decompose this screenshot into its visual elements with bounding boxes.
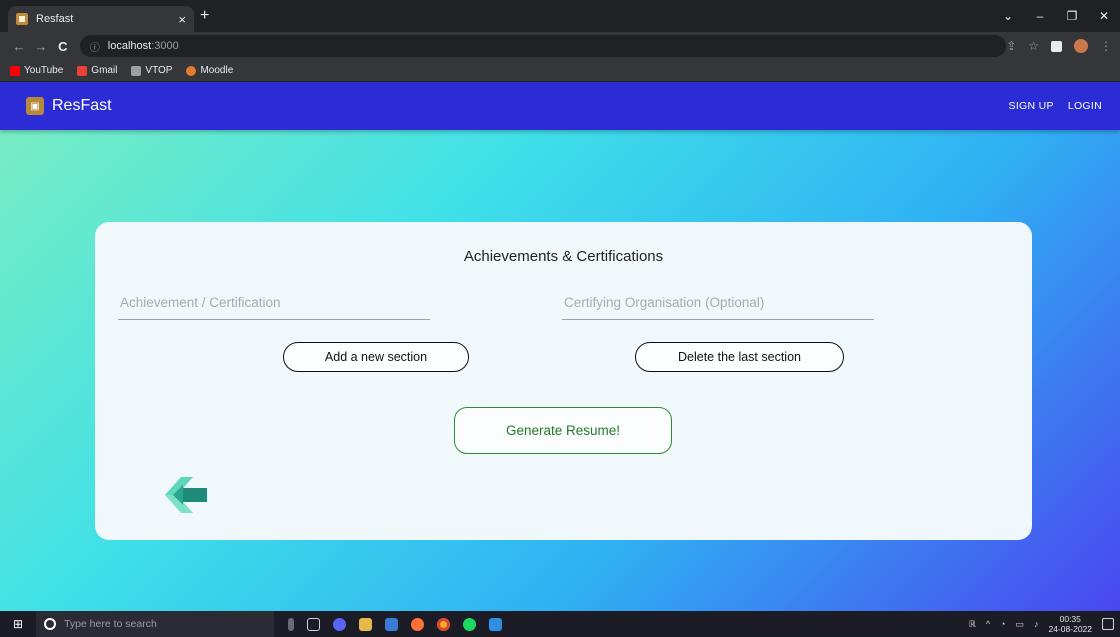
header-nav: SIGN UP LOGIN xyxy=(1009,100,1102,112)
vtop-icon xyxy=(131,65,142,76)
address-bar[interactable]: ⓘ localhost:3000 xyxy=(79,35,1007,57)
profile-avatar[interactable] xyxy=(1074,39,1089,53)
system-tray: ℝ ^ ◔ ▭ ♪ 00:35 24-08-2022 xyxy=(969,614,1120,634)
vscode-icon[interactable] xyxy=(489,617,502,631)
store-icon[interactable] xyxy=(385,617,398,631)
bookmarks-bar: YouTube Gmail VTOP Moodle xyxy=(0,60,1120,82)
bookmark-vtop[interactable]: VTOP xyxy=(131,65,172,76)
generate-resume-button[interactable]: Generate Resume! xyxy=(454,407,672,454)
chrome-icon[interactable] xyxy=(437,617,450,631)
people-icon[interactable]: ℝ xyxy=(969,619,976,630)
youtube-icon xyxy=(10,65,20,76)
resfast-favicon-icon xyxy=(16,13,28,25)
clock-time: 00:35 xyxy=(1059,614,1081,624)
url-host: localhost xyxy=(107,40,152,52)
organisation-input[interactable] xyxy=(562,286,874,320)
windows-taskbar: ⊞ Type here to search ℝ ^ ◔ ▭ ♪ 00:35 24… xyxy=(0,611,1120,637)
bookmark-gmail[interactable]: Gmail xyxy=(77,65,117,76)
back-arrow-icon[interactable] xyxy=(163,473,209,517)
delete-section-button[interactable]: Delete the last section xyxy=(635,342,844,372)
taskbar-search-placeholder: Type here to search xyxy=(64,618,157,630)
extension-icon[interactable] xyxy=(1051,40,1063,52)
app-header: ▣ ResFast SIGN UP LOGIN xyxy=(0,82,1120,130)
browser-tabstrip: Resfast × + ⌄ – ❐ ✕ xyxy=(0,0,1120,32)
volume-icon[interactable]: ♪ xyxy=(1034,619,1039,629)
close-window-button[interactable]: ✕ xyxy=(1088,9,1120,23)
taskbar-apps xyxy=(288,617,502,631)
achievement-input[interactable] xyxy=(118,286,430,320)
taskbar-clock[interactable]: 00:35 24-08-2022 xyxy=(1049,614,1092,634)
site-info-icon[interactable]: ⓘ xyxy=(90,39,100,54)
browser-menu-icon[interactable]: ⋮ xyxy=(1100,39,1112,53)
resfast-logo-icon[interactable]: ▣ xyxy=(26,97,44,115)
notification-icon[interactable] xyxy=(1102,618,1114,630)
page-background: ▣ ResFast SIGN UP LOGIN Achievements & C… xyxy=(0,82,1120,611)
bookmark-youtube[interactable]: YouTube xyxy=(10,65,63,76)
browser-toolbar: ← → C ⓘ localhost:3000 ⇪ ☆ ⋮ xyxy=(0,32,1120,60)
window-controls: ⌄ – ❐ ✕ xyxy=(992,0,1120,32)
signup-link[interactable]: SIGN UP xyxy=(1009,100,1054,112)
firefox-icon[interactable] xyxy=(411,617,424,631)
discord-icon[interactable] xyxy=(333,617,346,631)
spotify-icon[interactable] xyxy=(463,617,476,631)
battery-icon[interactable]: ▭ xyxy=(1016,619,1025,630)
reload-button[interactable]: C xyxy=(52,39,74,54)
toolbar-actions: ⇪ ☆ ⋮ xyxy=(1006,39,1120,53)
bookmark-moodle[interactable]: Moodle xyxy=(186,65,233,76)
tab-title: Resfast xyxy=(36,13,74,25)
bookmark-label: VTOP xyxy=(145,65,173,76)
bookmark-star-icon[interactable]: ☆ xyxy=(1028,39,1039,53)
bookmark-label: Gmail xyxy=(91,65,118,76)
clock-date: 24-08-2022 xyxy=(1048,624,1092,634)
taskbar-search[interactable]: Type here to search xyxy=(36,611,274,637)
login-link[interactable]: LOGIN xyxy=(1068,100,1102,112)
restore-button[interactable]: ❐ xyxy=(1056,9,1088,23)
tab-search-icon[interactable]: ⌄ xyxy=(992,9,1024,23)
show-hidden-icons[interactable]: ^ xyxy=(986,619,990,629)
section-title: Achievements & Certifications xyxy=(463,248,664,265)
new-tab-button[interactable]: + xyxy=(200,7,209,25)
back-button[interactable]: ← xyxy=(8,39,30,54)
cortana-icon xyxy=(44,618,56,630)
bookmark-label: Moodle xyxy=(200,65,234,76)
windows-start-icon[interactable]: ⊞ xyxy=(0,617,36,631)
achievements-card: Achievements & Certifications Add a new … xyxy=(95,222,1032,540)
file-explorer-icon[interactable] xyxy=(359,617,372,631)
bookmark-label: YouTube xyxy=(24,65,64,76)
share-icon[interactable]: ⇪ xyxy=(1006,39,1016,53)
minimize-button[interactable]: – xyxy=(1024,9,1056,23)
add-section-button[interactable]: Add a new section xyxy=(283,342,469,372)
browser-tab[interactable]: Resfast × xyxy=(8,6,194,32)
moodle-icon xyxy=(186,65,197,76)
forward-button[interactable]: → xyxy=(30,39,52,54)
tab-close-icon[interactable]: × xyxy=(178,12,186,27)
url-port: :3000 xyxy=(151,40,179,52)
task-view-icon[interactable] xyxy=(307,617,320,631)
mic-icon[interactable] xyxy=(288,617,294,631)
gmail-icon xyxy=(77,65,88,76)
network-icon[interactable]: ◔ xyxy=(1000,619,1005,629)
app-name[interactable]: ResFast xyxy=(52,97,112,115)
